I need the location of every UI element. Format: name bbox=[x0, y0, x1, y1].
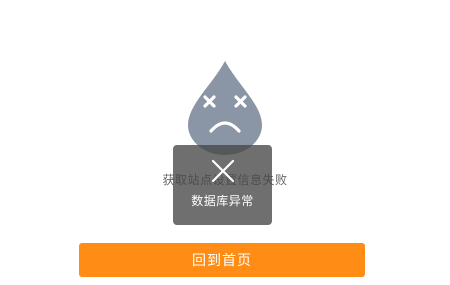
sad-water-drop-icon bbox=[188, 61, 262, 155]
toast-message: 数据库异常 bbox=[191, 194, 254, 208]
back-to-home-button[interactable]: 回到首页 bbox=[79, 243, 365, 277]
error-toast: 数据库异常 bbox=[173, 145, 272, 225]
error-page: 获取站点设置信息失败 数据库异常 回到首页 bbox=[0, 0, 450, 285]
close-icon bbox=[211, 159, 235, 183]
